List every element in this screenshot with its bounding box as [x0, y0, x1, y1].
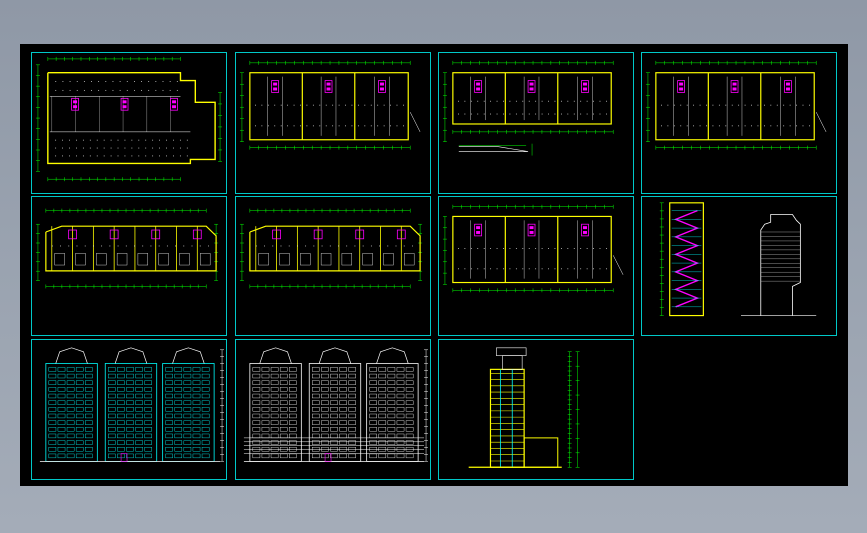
drawing-graphic: [645, 60, 827, 150]
drawing-graphic: [468, 347, 580, 468]
drawing-graphic: [659, 202, 817, 317]
drawing-sheet-plan-4[interactable]: [641, 52, 837, 194]
drawing-graphic: [35, 208, 219, 289]
drawing-graphic: [442, 204, 624, 293]
drawing-graphic: [243, 347, 429, 462]
drawing-sheet-plan-2[interactable]: [235, 52, 431, 194]
drawing-sheet-elevation-front[interactable]: [31, 339, 227, 480]
drawing-sheet-elevation-rear[interactable]: [235, 339, 431, 480]
drawing-graphic: [35, 56, 223, 182]
drawing-sheet-plan-7[interactable]: [438, 196, 634, 336]
drawing-sheet-plan-3[interactable]: [438, 52, 634, 194]
drawing-graphic: [39, 347, 225, 462]
drawing-graphic: [239, 60, 421, 150]
cad-model-space[interactable]: [20, 44, 848, 486]
drawing-sheet-plan-6[interactable]: [235, 196, 431, 336]
drawing-sheet-stair-section[interactable]: [641, 196, 837, 336]
drawing-sheet-side-section[interactable]: [438, 339, 634, 480]
drawing-graphic: [442, 60, 614, 156]
drawing-sheet-plan-1[interactable]: [31, 52, 227, 194]
drawing-sheet-plan-5[interactable]: [31, 196, 227, 336]
drawing-graphic: [239, 208, 423, 289]
